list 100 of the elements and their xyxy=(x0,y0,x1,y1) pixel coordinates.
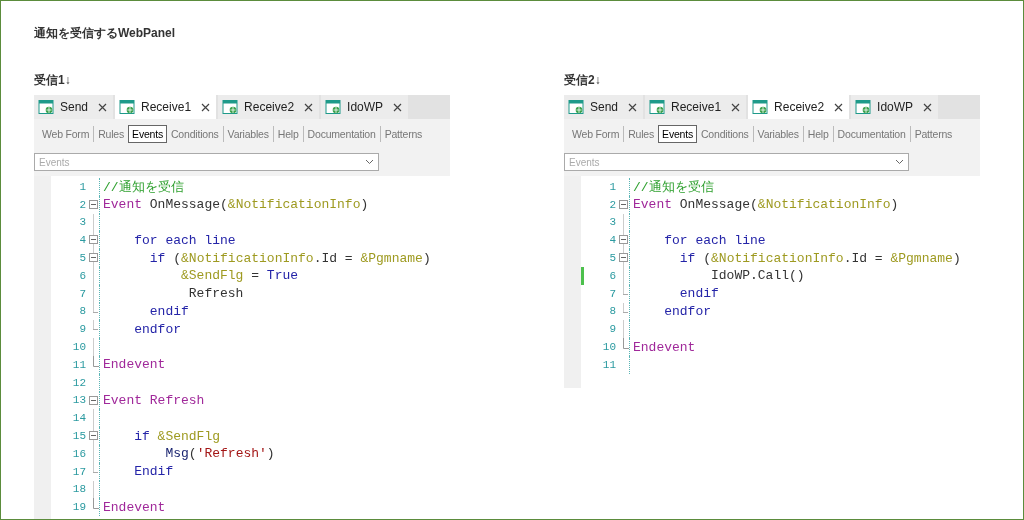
view-tab[interactable]: Rules xyxy=(94,125,129,143)
line-number: 17 xyxy=(71,465,86,478)
line-number: 15 xyxy=(71,430,86,443)
code-line: Event OnMessage(&NotificationInfo) xyxy=(633,197,899,213)
collapse-icon[interactable] xyxy=(619,235,628,245)
view-tab[interactable]: Rules xyxy=(624,125,659,143)
collapse-icon[interactable] xyxy=(89,253,98,263)
document-tab[interactable]: IdoWP xyxy=(321,95,409,119)
line-number: 9 xyxy=(608,323,616,336)
code-line: for each line xyxy=(133,232,236,248)
line-number: 5 xyxy=(608,252,616,265)
close-icon[interactable] xyxy=(628,102,638,112)
collapse-icon[interactable] xyxy=(89,395,98,405)
view-tab[interactable]: Documentation xyxy=(833,125,910,143)
line-number: 12 xyxy=(71,376,86,389)
line-number: 10 xyxy=(71,341,86,354)
document-tab[interactable]: Send xyxy=(564,95,644,119)
web-panel-icon xyxy=(38,99,54,115)
view-tab[interactable]: Conditions xyxy=(697,125,753,143)
view-tab[interactable]: Web Form xyxy=(568,125,624,143)
code-line: //通知を受信 xyxy=(633,178,714,196)
view-tab[interactable]: Conditions xyxy=(167,125,223,143)
code-line: endif xyxy=(148,303,189,319)
line-number: 3 xyxy=(78,216,86,229)
view-tab[interactable]: Patterns xyxy=(380,125,427,143)
web-panel-icon xyxy=(752,99,769,115)
chevron-down-icon xyxy=(365,159,374,165)
code-line: endfor xyxy=(663,303,711,319)
collapse-icon[interactable] xyxy=(619,253,628,263)
code-line: Endif xyxy=(133,464,174,480)
code-line: if (&NotificationInfo.Id = &Pgmname) xyxy=(148,250,431,266)
close-icon[interactable] xyxy=(393,102,403,112)
close-icon[interactable] xyxy=(731,102,741,112)
line-number: 4 xyxy=(608,234,616,247)
line-number: 19 xyxy=(71,501,86,514)
view-tab[interactable]: Variables xyxy=(753,125,803,143)
document-tab[interactable]: Receive1 xyxy=(115,95,217,119)
web-panel-icon xyxy=(649,99,666,115)
fold-end-icon xyxy=(623,338,629,350)
collapse-icon[interactable] xyxy=(89,431,98,441)
line-number: 9 xyxy=(78,323,86,336)
line-number: 5 xyxy=(78,252,86,265)
line-number: 16 xyxy=(71,447,86,460)
line-number: 4 xyxy=(78,234,86,247)
view-tab[interactable]: Variables xyxy=(223,125,273,143)
line-number: 7 xyxy=(608,287,616,300)
web-panel-icon xyxy=(325,99,342,115)
line-number: 10 xyxy=(601,341,616,354)
code-line: Endevent xyxy=(103,499,166,515)
view-tab[interactable]: Help xyxy=(803,125,833,143)
collapse-icon[interactable] xyxy=(89,235,98,245)
web-panel-icon xyxy=(119,99,136,115)
close-icon[interactable] xyxy=(834,102,844,112)
close-icon[interactable] xyxy=(201,102,211,112)
line-number: 14 xyxy=(71,412,86,425)
web-panel-icon xyxy=(568,99,584,115)
close-icon[interactable] xyxy=(923,102,933,112)
close-icon[interactable] xyxy=(98,102,108,112)
events-dropdown[interactable]: Events xyxy=(34,153,379,171)
document-tab[interactable]: Send xyxy=(34,95,114,119)
view-tab[interactable]: Web Form xyxy=(38,125,94,143)
line-number: 8 xyxy=(78,305,86,318)
code-line: Refresh xyxy=(187,286,244,302)
collapse-icon[interactable] xyxy=(619,199,628,209)
code-line: &SendFlg = True xyxy=(180,268,299,284)
document-tab[interactable]: Receive2 xyxy=(218,95,320,119)
page-title: 通知を受信するWebPanel xyxy=(34,25,177,42)
code-line: Endevent xyxy=(103,357,166,373)
code-line: Event OnMessage(&NotificationInfo) xyxy=(103,197,369,213)
line-number: 7 xyxy=(78,287,86,300)
code-line: Event Refresh xyxy=(103,392,205,408)
line-number: 3 xyxy=(608,216,616,229)
line-number: 11 xyxy=(601,358,616,371)
view-tab[interactable]: Documentation xyxy=(303,125,380,143)
collapse-icon[interactable] xyxy=(89,199,98,209)
document-tab[interactable]: Receive1 xyxy=(645,95,747,119)
web-panel-icon xyxy=(222,99,239,115)
section-heading: 受信2↓ xyxy=(564,72,601,89)
view-tab[interactable]: Patterns xyxy=(910,125,957,143)
code-line: endfor xyxy=(133,321,181,337)
fold-end-icon xyxy=(93,355,99,367)
view-tab[interactable]: Help xyxy=(273,125,303,143)
chevron-down-icon xyxy=(895,159,904,165)
events-dropdown[interactable]: Events xyxy=(564,153,909,171)
code-line: endif xyxy=(678,286,719,302)
line-number: 2 xyxy=(608,198,616,211)
code-line: //通知を受信 xyxy=(103,178,184,196)
line-number: 1 xyxy=(608,180,616,193)
code-line: for each line xyxy=(663,232,766,248)
document-tab[interactable]: IdoWP xyxy=(851,95,939,119)
document-tab[interactable]: Receive2 xyxy=(748,95,850,119)
section-heading: 受信1↓ xyxy=(34,72,71,89)
web-panel-icon xyxy=(855,99,872,115)
close-icon[interactable] xyxy=(304,102,314,112)
view-tab[interactable]: Events xyxy=(128,125,167,143)
code-line: if &SendFlg xyxy=(133,428,221,444)
code-line: Endevent xyxy=(633,339,696,355)
code-line: Msg('Refresh') xyxy=(164,446,275,462)
view-tab[interactable]: Events xyxy=(658,125,697,143)
fold-end-icon xyxy=(93,498,99,510)
